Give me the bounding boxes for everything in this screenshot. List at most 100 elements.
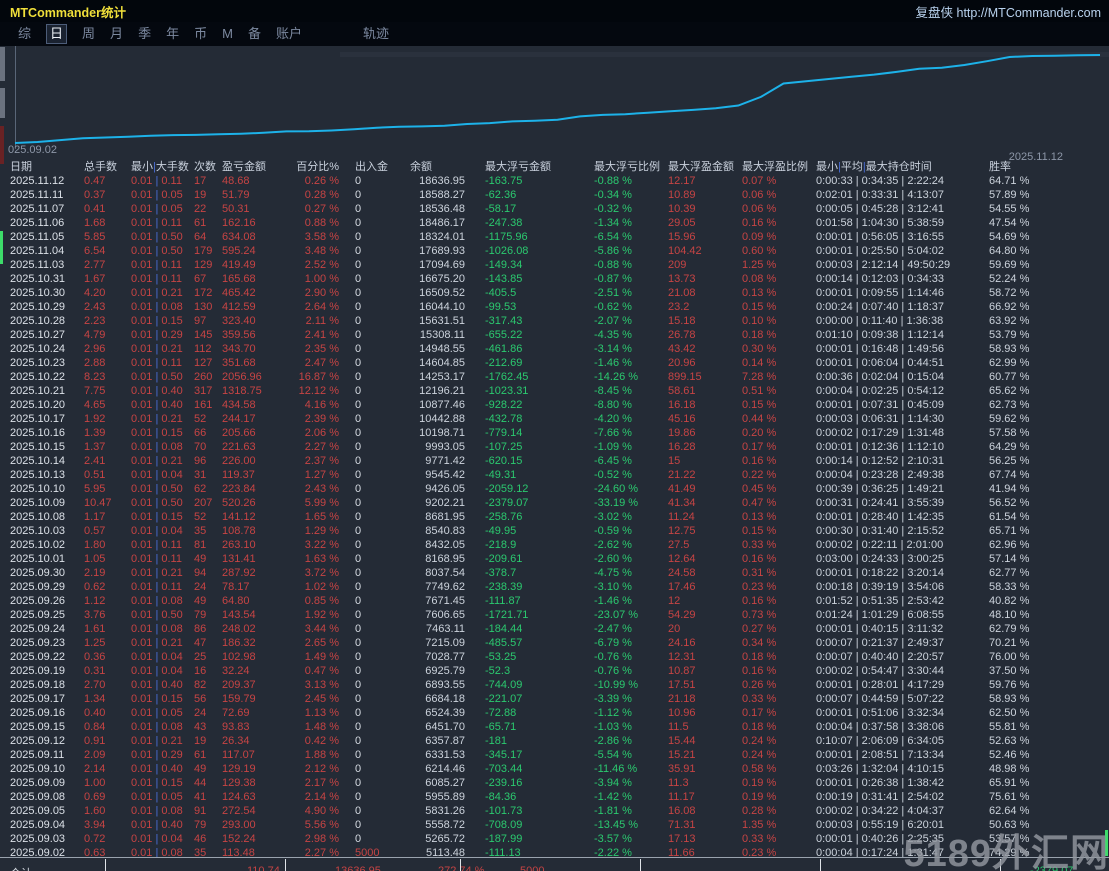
cell-max_float_profit: 16.18 (668, 399, 696, 411)
cell-max_float_profit_pct: 0.18 % (742, 721, 777, 733)
menu-item-综[interactable]: 综 (18, 25, 31, 43)
table-row[interactable]: 2025.10.15 1.37 0.01 | 0.08 70 221.63 2.27 % 0… (0, 440, 1109, 454)
cell-max_float_loss: -149.34 (485, 259, 523, 271)
menu-item-年[interactable]: 年 (166, 25, 179, 43)
menu-item-周[interactable]: 周 (82, 25, 95, 43)
table-row[interactable]: 2025.10.21 7.75 0.01 | 0.40 317 1318.75 12.12… (0, 384, 1109, 398)
table-row[interactable]: 2025.09.11 2.09 0.01 | 0.29 61 117.07 1.88 % 0… (0, 748, 1109, 762)
table-row[interactable]: 2025.09.22 0.36 0.01 | 0.04 25 102.98 1.49 % 0… (0, 650, 1109, 664)
table-row[interactable]: 2025.11.04 6.54 0.01 | 0.50 179 595.24 3.48 %… (0, 244, 1109, 258)
cell-max_float_profit_pct: 0.10 % (742, 315, 777, 327)
table-row[interactable]: 2025.11.05 5.85 0.01 | 0.50 64 634.08 3.58 % 0… (0, 230, 1109, 244)
cell-win_rate: 55.81 % (989, 721, 1030, 733)
table-row[interactable]: 2025.09.30 2.19 0.01 | 0.21 94 287.92 3.72 % 0… (0, 566, 1109, 580)
table-row[interactable]: 2025.10.14 2.41 0.01 | 0.21 96 226.00 2.37 % 0… (0, 454, 1109, 468)
table-row[interactable]: 2025.09.24 1.61 0.01 | 0.08 86 248.02 3.44 % 0… (0, 622, 1109, 636)
cell-max_float_loss: -65.71 (485, 721, 517, 733)
cell-max_float_loss: -221.07 (485, 693, 523, 705)
table-row[interactable]: 2025.10.01 1.05 0.01 | 0.11 49 131.41 1.63 % 0… (0, 552, 1109, 566)
cell-date: 2025.10.01 (10, 553, 66, 565)
cell-hold_times: 0:00:00 | 0:11:40 | 1:36:38 (816, 315, 944, 327)
cell-date: 2025.11.06 (10, 217, 65, 229)
cell-total_lots: 1.92 (84, 413, 106, 425)
table-row[interactable]: 2025.10.02 1.80 0.01 | 0.11 81 263.10 3.22 % 0… (0, 538, 1109, 552)
table-row[interactable]: 2025.09.04 3.94 0.01 | 0.40 79 293.00 5.56 % 0… (0, 818, 1109, 832)
table-row[interactable]: 2025.10.09 10.47 0.01 | 0.50 207 520.26 5.99 … (0, 496, 1109, 510)
cell-pnl_pct: 3.48 % (304, 245, 339, 257)
menu-item-季[interactable]: 季 (138, 25, 151, 43)
menu-item-备[interactable]: 备 (248, 25, 261, 43)
menu-item-月[interactable]: 月 (110, 25, 123, 43)
table-row[interactable]: 2025.09.23 1.25 0.01 | 0.21 47 186.32 2.65 % 0… (0, 636, 1109, 650)
column-header-max_float_profit: 最大浮盈金额 (668, 161, 734, 173)
table-row[interactable]: 2025.11.06 1.68 0.01 | 0.11 61 162.16 0.88 % 0… (0, 216, 1109, 230)
table-row[interactable]: 2025.09.26 1.12 0.01 | 0.08 49 64.80 0.85 % 0 7… (0, 594, 1109, 608)
cell-max_float_profit_pct: 0.15 % (742, 301, 777, 313)
menu-item-M[interactable]: M (222, 25, 233, 43)
table-row[interactable]: 2025.09.10 2.14 0.01 | 0.40 49 129.19 2.12 % 0… (0, 762, 1109, 776)
table-row[interactable]: 2025.10.22 8.23 0.01 | 0.50 260 2056.96 16.87… (0, 370, 1109, 384)
table-row[interactable]: 2025.10.24 2.96 0.01 | 0.21 112 343.70 2.35 %… (0, 342, 1109, 356)
cell-pnl: 108.78 (222, 525, 256, 537)
cell-win_rate: 62.50 % (989, 707, 1030, 719)
cell-hold_times: 0:00:03 | 2:12:14 | 49:50:29 (816, 259, 951, 271)
menu-item-轨迹[interactable]: 轨迹 (363, 25, 389, 43)
cell-lot_range: 0.01 | 0.11 (131, 581, 182, 593)
cell-trades: 24 (194, 707, 207, 719)
menu-item-账户[interactable]: 账户 (276, 25, 302, 43)
cell-total_lots: 1.17 (84, 511, 106, 523)
cell-max_float_profit_pct: 0.16 % (742, 217, 777, 229)
table-row[interactable]: 2025.10.16 1.39 0.01 | 0.15 66 205.66 2.06 % 0… (0, 426, 1109, 440)
cell-pnl: 102.98 (222, 651, 256, 663)
table-row[interactable]: 2025.09.12 0.91 0.01 | 0.21 19 26.34 0.42 % 0 6… (0, 734, 1109, 748)
cell-hold_times: 0:01:24 | 1:01:29 | 6:08:55 (816, 609, 945, 621)
table-row[interactable]: 2025.10.31 1.67 0.01 | 0.11 67 165.68 1.00 % 0… (0, 272, 1109, 286)
cell-pnl_pct: 2.65 % (304, 637, 339, 649)
table-row[interactable]: 2025.11.03 2.77 0.01 | 0.11 129 419.49 2.52 %… (0, 258, 1109, 272)
cell-total_lots: 1.00 (84, 777, 106, 789)
table-row[interactable]: 2025.10.20 4.65 0.01 | 0.40 161 434.58 4.16 %… (0, 398, 1109, 412)
cell-trades: 70 (194, 441, 207, 453)
table-row[interactable]: 2025.09.16 0.40 0.01 | 0.05 24 72.69 1.13 % 0 6… (0, 706, 1109, 720)
cell-pnl: 124.63 (222, 791, 256, 803)
table-row[interactable]: 2025.10.23 2.88 0.01 | 0.11 127 351.68 2.47 %… (0, 356, 1109, 370)
menu-item-日[interactable]: 日 (46, 24, 68, 44)
cell-pnl: 634.08 (222, 231, 256, 243)
table-row[interactable]: 2025.10.17 1.92 0.01 | 0.21 52 244.17 2.39 % 0… (0, 412, 1109, 426)
table-row[interactable]: 2025.10.08 1.17 0.01 | 0.15 52 141.12 1.65 % 0… (0, 510, 1109, 524)
table-row[interactable]: 2025.09.25 3.76 0.01 | 0.50 79 143.54 1.92 % 0… (0, 608, 1109, 622)
cell-max_float_profit_pct: 0.30 % (742, 343, 777, 355)
table-row[interactable]: 2025.10.30 4.20 0.01 | 0.21 172 465.42 2.90 %… (0, 286, 1109, 300)
cell-trades: 64 (194, 231, 207, 243)
table-row[interactable]: 2025.09.17 1.34 0.01 | 0.15 56 159.79 2.45 % 0… (0, 692, 1109, 706)
cell-pnl: 272.54 (222, 805, 256, 817)
cell-balance: 6684.18 (425, 693, 465, 705)
table-row[interactable]: 2025.11.12 0.47 0.01 | 0.11 17 48.68 0.26 % 0 1… (0, 174, 1109, 188)
cell-max_float_profit: 17.13 (668, 833, 696, 845)
table-row[interactable]: 2025.11.11 0.37 0.01 | 0.05 19 51.79 0.28 % 0 1… (0, 188, 1109, 202)
table-row[interactable]: 2025.11.07 0.41 0.01 | 0.05 22 50.31 0.27 % 0 1… (0, 202, 1109, 216)
table-row[interactable]: 2025.09.19 0.31 0.01 | 0.04 16 32.24 0.47 % 0 6… (0, 664, 1109, 678)
table-row[interactable]: 2025.10.27 4.79 0.01 | 0.29 145 359.56 2.41 %… (0, 328, 1109, 342)
cell-balance: 8168.95 (425, 553, 465, 565)
table-row[interactable]: 2025.09.18 2.70 0.01 | 0.40 82 209.37 3.13 % 0… (0, 678, 1109, 692)
table-row[interactable]: 2025.10.03 0.57 0.01 | 0.04 35 108.78 1.29 % 0… (0, 524, 1109, 538)
table-row[interactable]: 2025.10.28 2.23 0.01 | 0.15 97 323.40 2.11 % 0… (0, 314, 1109, 328)
cell-max_float_loss: -928.22 (485, 399, 523, 411)
column-header-max_float_loss_pct: 最大浮亏比例 (594, 161, 660, 173)
cell-trades: 46 (194, 833, 207, 845)
table-row[interactable]: 2025.09.09 1.00 0.01 | 0.15 44 129.38 2.17 % 0… (0, 776, 1109, 790)
chart-start-date-label: 025.09.02 (8, 144, 57, 156)
cell-cash_flow: 0 (355, 329, 362, 341)
table-row[interactable]: 2025.10.29 2.43 0.01 | 0.08 130 412.59 2.64 %… (0, 300, 1109, 314)
cell-lot_range: 0.01 | 0.15 (131, 693, 183, 705)
cell-max_float_loss: -2059.12 (485, 483, 529, 495)
table-row[interactable]: 2025.10.10 5.95 0.01 | 0.50 62 223.84 2.43 % 0… (0, 482, 1109, 496)
table-row[interactable]: 2025.10.13 0.51 0.01 | 0.04 31 119.37 1.27 % 0… (0, 468, 1109, 482)
cell-max_float_loss: -143.85 (485, 273, 523, 285)
table-row[interactable]: 2025.09.05 1.60 0.01 | 0.08 91 272.54 4.90 % 0… (0, 804, 1109, 818)
table-row[interactable]: 2025.09.08 0.69 0.01 | 0.05 41 124.63 2.14 % 0… (0, 790, 1109, 804)
menu-item-币[interactable]: 币 (194, 25, 207, 43)
table-row[interactable]: 2025.09.29 0.62 0.01 | 0.11 24 78.17 1.02 % 0 7… (0, 580, 1109, 594)
table-row[interactable]: 2025.09.15 0.84 0.01 | 0.08 43 93.83 1.48 % 0 6… (0, 720, 1109, 734)
